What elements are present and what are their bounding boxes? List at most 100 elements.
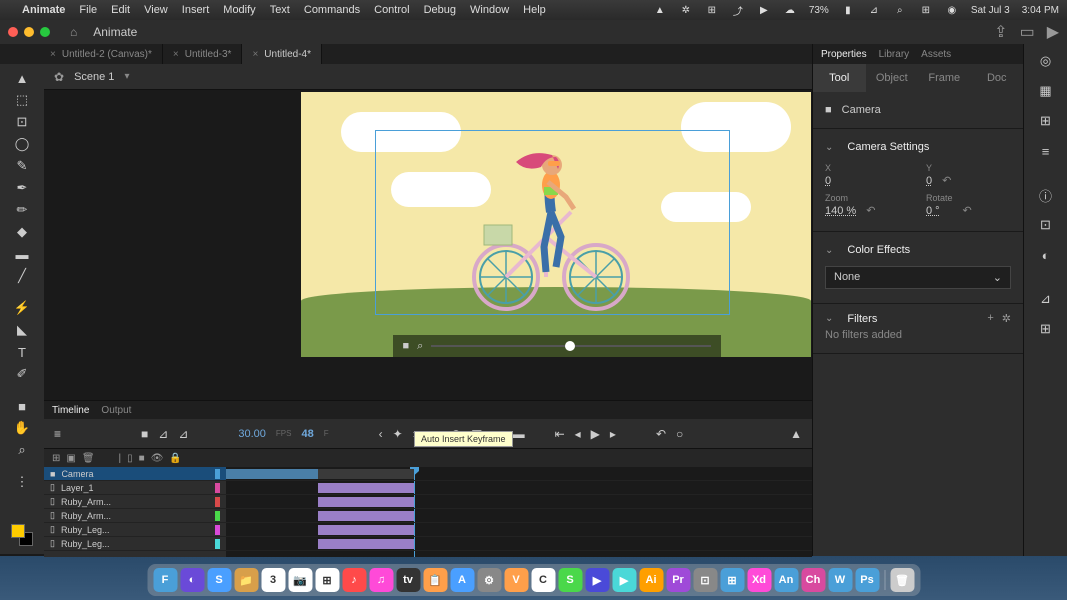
color-icon[interactable]: ◐ bbox=[1034, 244, 1058, 266]
visibility-icon[interactable]: 👁 bbox=[151, 453, 164, 464]
camera-layer-icon[interactable]: ■ bbox=[141, 427, 148, 441]
dock-app[interactable]: V bbox=[504, 568, 528, 592]
menu-text[interactable]: Text bbox=[270, 4, 290, 16]
layer-row[interactable]: ▯ Ruby_Arm... bbox=[44, 509, 226, 523]
tween-span[interactable] bbox=[318, 539, 414, 549]
dock-app[interactable]: Xd bbox=[747, 568, 771, 592]
align-icon[interactable]: ▦ bbox=[1034, 80, 1058, 102]
dock-app[interactable]: ▶ bbox=[585, 568, 609, 592]
selection-tool[interactable]: ▲ bbox=[10, 68, 34, 88]
prop-tab-tool[interactable]: Tool bbox=[813, 64, 866, 92]
camera-icon[interactable]: ■ bbox=[403, 340, 410, 352]
camera-tool[interactable]: ■ bbox=[10, 396, 34, 416]
filter-options-icon[interactable]: ✲ bbox=[1002, 312, 1011, 325]
x-value[interactable]: 0 bbox=[825, 175, 910, 187]
play-icon[interactable]: ▶ bbox=[591, 427, 600, 441]
prop-tab-frame[interactable]: Frame bbox=[918, 64, 971, 92]
control-center-icon[interactable]: ⊞ bbox=[919, 3, 933, 17]
dock-app[interactable]: Pr bbox=[666, 568, 690, 592]
dock-app[interactable]: W bbox=[828, 568, 852, 592]
scene-icon[interactable]: ✿ bbox=[54, 70, 64, 84]
tab-close-icon[interactable]: × bbox=[50, 49, 56, 60]
menu-window[interactable]: Window bbox=[470, 4, 509, 16]
y-value[interactable]: 0 bbox=[926, 175, 932, 187]
paint-bucket-tool[interactable]: ◣ bbox=[10, 320, 34, 340]
layer-row[interactable]: ▯ Ruby_Arm... bbox=[44, 495, 226, 509]
menu-debug[interactable]: Debug bbox=[424, 4, 456, 16]
layer-row[interactable]: ■ Camera bbox=[44, 467, 226, 481]
collapse-icon[interactable]: ⌄ bbox=[825, 313, 833, 324]
status-icon[interactable]: ▲ bbox=[653, 3, 667, 17]
hand-tool[interactable]: ✋ bbox=[10, 418, 34, 438]
layer-depth-icon[interactable]: ⊿ bbox=[178, 427, 188, 441]
dock-app[interactable]: S bbox=[558, 568, 582, 592]
menubar-date[interactable]: Sat Jul 3 bbox=[971, 5, 1010, 16]
reset-icon[interactable]: ↶ bbox=[866, 204, 875, 217]
timeline-tab[interactable]: Timeline bbox=[52, 405, 89, 416]
menu-file[interactable]: File bbox=[79, 4, 97, 16]
search-icon[interactable]: ⌕ bbox=[893, 3, 907, 17]
app-menu[interactable]: Animate bbox=[22, 4, 65, 16]
text-tool[interactable]: T bbox=[10, 342, 34, 362]
dock-app[interactable]: ♫ bbox=[369, 568, 393, 592]
span-icon[interactable]: ▬ bbox=[513, 427, 525, 441]
status-icon[interactable]: ✲ bbox=[679, 3, 693, 17]
dock-app[interactable]: C bbox=[531, 568, 555, 592]
dock-app[interactable]: Ps bbox=[855, 568, 879, 592]
share-icon[interactable]: ⇪ bbox=[994, 22, 1007, 42]
layer-row[interactable]: ▯ Layer_1 bbox=[44, 481, 226, 495]
rectangle-tool[interactable]: ▬ bbox=[10, 244, 34, 264]
menu-modify[interactable]: Modify bbox=[223, 4, 255, 16]
subselection-tool[interactable]: ⬚ bbox=[10, 90, 34, 110]
track-row[interactable] bbox=[226, 481, 812, 495]
doc-tab[interactable]: × Untitled-3* bbox=[163, 44, 243, 64]
current-frame[interactable]: 48 bbox=[301, 428, 313, 440]
new-folder-icon[interactable]: ▣ bbox=[66, 453, 75, 464]
prev-keyframe-icon[interactable]: ‹ bbox=[379, 427, 383, 441]
new-layer-icon[interactable]: ⊞ bbox=[52, 453, 60, 464]
dock-app[interactable]: A bbox=[450, 568, 474, 592]
stage[interactable]: ■ ⌕ bbox=[301, 92, 811, 357]
panel-tab-assets[interactable]: Assets bbox=[921, 49, 951, 60]
step-fwd-icon[interactable]: ▸ bbox=[610, 427, 616, 441]
lock-icon[interactable]: 🔒 bbox=[169, 453, 181, 464]
prop-tab-doc[interactable]: Doc bbox=[971, 64, 1024, 92]
status-icon[interactable]: ⤴ bbox=[731, 3, 745, 17]
close-button[interactable] bbox=[8, 27, 18, 37]
tween-span[interactable] bbox=[318, 511, 414, 521]
menu-view[interactable]: View bbox=[144, 4, 168, 16]
status-icon[interactable]: ▶ bbox=[757, 3, 771, 17]
rotate-value[interactable]: 0 ° bbox=[926, 205, 953, 217]
dock-app[interactable]: F bbox=[153, 568, 177, 592]
siri-icon[interactable]: ◉ bbox=[945, 3, 959, 17]
tween-span[interactable] bbox=[318, 469, 414, 479]
cloud-icon[interactable]: ☁ bbox=[783, 3, 797, 17]
menu-help[interactable]: Help bbox=[523, 4, 546, 16]
panel-tab-properties[interactable]: Properties bbox=[821, 49, 867, 60]
play-icon[interactable]: ▶ bbox=[1047, 22, 1059, 42]
reset-icon[interactable]: ↶ bbox=[942, 174, 951, 187]
dock-app[interactable]: 🗑 bbox=[890, 568, 914, 592]
camera-slider[interactable] bbox=[431, 345, 710, 347]
dock-app[interactable]: ♪ bbox=[342, 568, 366, 592]
history-icon[interactable]: ≡ bbox=[1034, 140, 1058, 162]
menu-commands[interactable]: Commands bbox=[304, 4, 360, 16]
dock-app[interactable]: ⊡ bbox=[693, 568, 717, 592]
slider-knob[interactable] bbox=[565, 341, 575, 351]
cc-libraries-icon[interactable]: ◎ bbox=[1034, 50, 1058, 72]
pencil-tool[interactable]: ✏ bbox=[10, 200, 34, 220]
doc-tab[interactable]: × Untitled-2 (Canvas)* bbox=[40, 44, 163, 64]
dock-app[interactable]: S bbox=[207, 568, 231, 592]
tab-close-icon[interactable]: × bbox=[173, 49, 179, 60]
camera-frame[interactable] bbox=[375, 130, 730, 315]
highlight-icon[interactable]: ▯ bbox=[127, 453, 133, 464]
fill-color[interactable] bbox=[11, 524, 25, 538]
delete-layer-icon[interactable]: 🗑 bbox=[82, 453, 95, 464]
battery-status[interactable]: 73% bbox=[809, 5, 829, 16]
dock-app[interactable]: ◐ bbox=[180, 568, 204, 592]
dots-tool[interactable]: ⋮ bbox=[10, 472, 34, 492]
insert-keyframe-icon[interactable]: ✦ bbox=[393, 427, 403, 441]
dock-app[interactable]: Ai bbox=[639, 568, 663, 592]
zoom-tool[interactable]: ⌕ bbox=[10, 440, 34, 460]
doc-tab[interactable]: × Untitled-4* bbox=[242, 44, 322, 64]
